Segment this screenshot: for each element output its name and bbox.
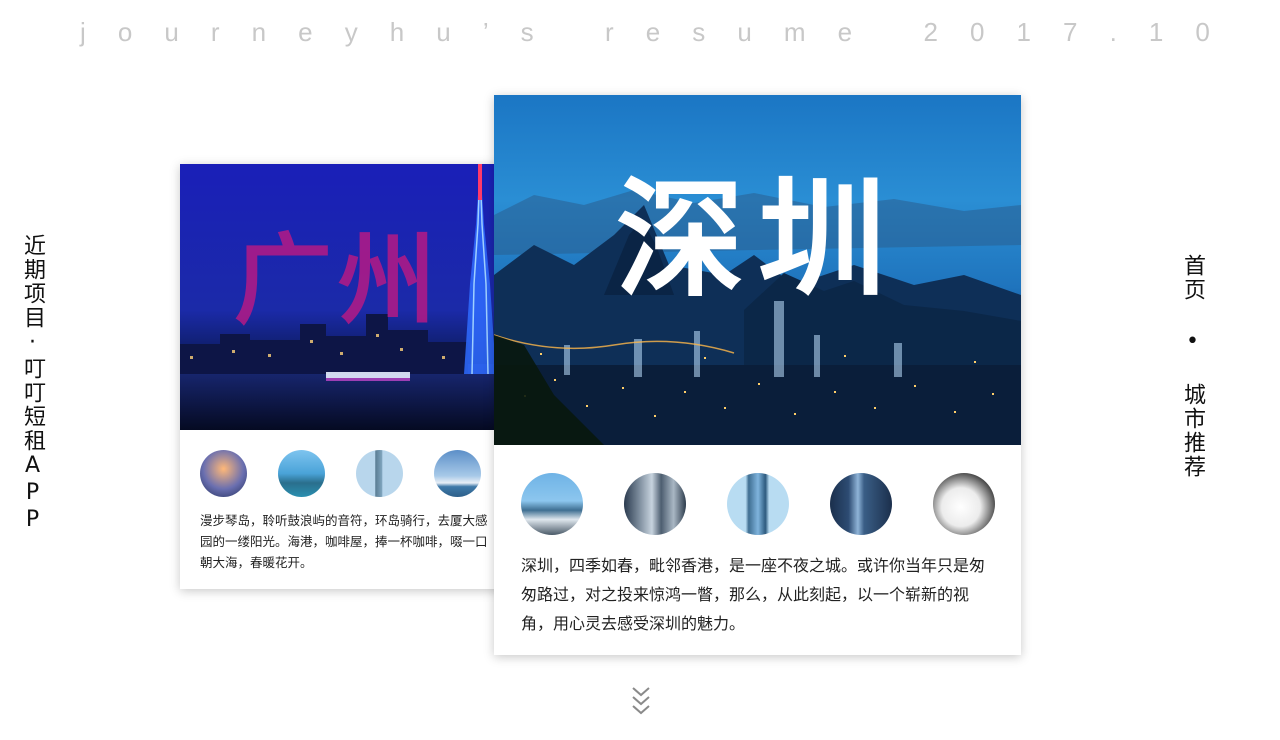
- thumbnail-skyline-bay[interactable]: [278, 450, 325, 497]
- header-title-char: o: [117, 16, 133, 47]
- thumbnail-tower[interactable]: [356, 450, 403, 497]
- header-title-char: s: [520, 16, 534, 47]
- header-title-char: h: [389, 16, 405, 47]
- guangzhou-thumbnail-row: [200, 450, 481, 497]
- header-title-char: u: [164, 16, 179, 47]
- header-title-char: 1: [1148, 16, 1164, 47]
- thumbnail-night-tower[interactable]: [830, 473, 892, 535]
- guangzhou-description: 漫步琴岛，聆听鼓浪屿的音符，环岛骑行，去厦大感 园的一缕阳光。海港，咖啡屋，捧一…: [200, 513, 488, 570]
- header-title-char: 7: [1063, 16, 1078, 47]
- header-title-char: [884, 17, 891, 48]
- header-title-char: s: [692, 16, 706, 47]
- header-title-char: e: [645, 16, 661, 47]
- city-card-guangzhou[interactable]: 广州 漫步琴岛，聆听鼓浪屿的音符，环岛骑行，去厦大感 园的一缕阳光。海港，咖啡屋…: [180, 164, 510, 589]
- header-title-char: 2: [923, 16, 938, 47]
- header-title-char: u: [737, 16, 752, 47]
- header-title-char: r: [605, 16, 614, 47]
- header-title-char: r: [210, 16, 220, 47]
- header-title-char: e: [298, 16, 313, 47]
- city-name-shenzhen: 深圳: [616, 166, 901, 315]
- thumbnail-sky-ship[interactable]: [434, 450, 481, 497]
- thumbnail-towers[interactable]: [624, 473, 686, 535]
- header-title-char: e: [837, 16, 853, 47]
- thumbnail-waterfront-skyline[interactable]: [521, 473, 583, 535]
- header-title-char: .: [1109, 16, 1117, 47]
- header-title-char: y: [344, 16, 358, 47]
- header-title-char: 0: [969, 16, 985, 47]
- header-title-char: 1: [1016, 16, 1031, 47]
- header-title-char: 0: [1195, 16, 1210, 47]
- header-title-char: [566, 17, 573, 48]
- city-name-guangzhou: 广州: [234, 224, 443, 338]
- chevron-down-double-icon[interactable]: [630, 686, 652, 718]
- header-title-char: n: [251, 16, 267, 47]
- shenzhen-hero-image: 深圳: [494, 95, 1021, 445]
- thumbnail-sunset-pier[interactable]: [200, 450, 247, 497]
- breadcrumb: 首页 • 城市推荐: [1180, 254, 1205, 479]
- project-label: 近期项目·叮叮短租APP: [20, 234, 45, 534]
- thumbnail-white-building[interactable]: [933, 473, 995, 535]
- header-title-char: u: [436, 16, 451, 47]
- header-title-char: m: [783, 16, 806, 47]
- guangzhou-hero-image: 广州: [180, 164, 510, 430]
- thumbnail-glass-tower[interactable]: [727, 473, 789, 535]
- header-title-char: ’: [482, 16, 489, 47]
- shenzhen-description: 深圳，四季如春，毗邻香港，是一座不夜之城。或许你当年只是匆匆路过，对之投来惊鸿一…: [521, 556, 986, 633]
- header-title-char: j: [80, 16, 86, 47]
- page-title: j o u r n e y h u’ s resume 2017.10: [80, 14, 1210, 50]
- city-card-shenzhen[interactable]: 深圳 深圳，四季如春，毗邻香港，是一座不夜之城。或许你当年只是匆匆路过，对之投来…: [494, 95, 1021, 655]
- shenzhen-thumbnail-row: [521, 473, 995, 535]
